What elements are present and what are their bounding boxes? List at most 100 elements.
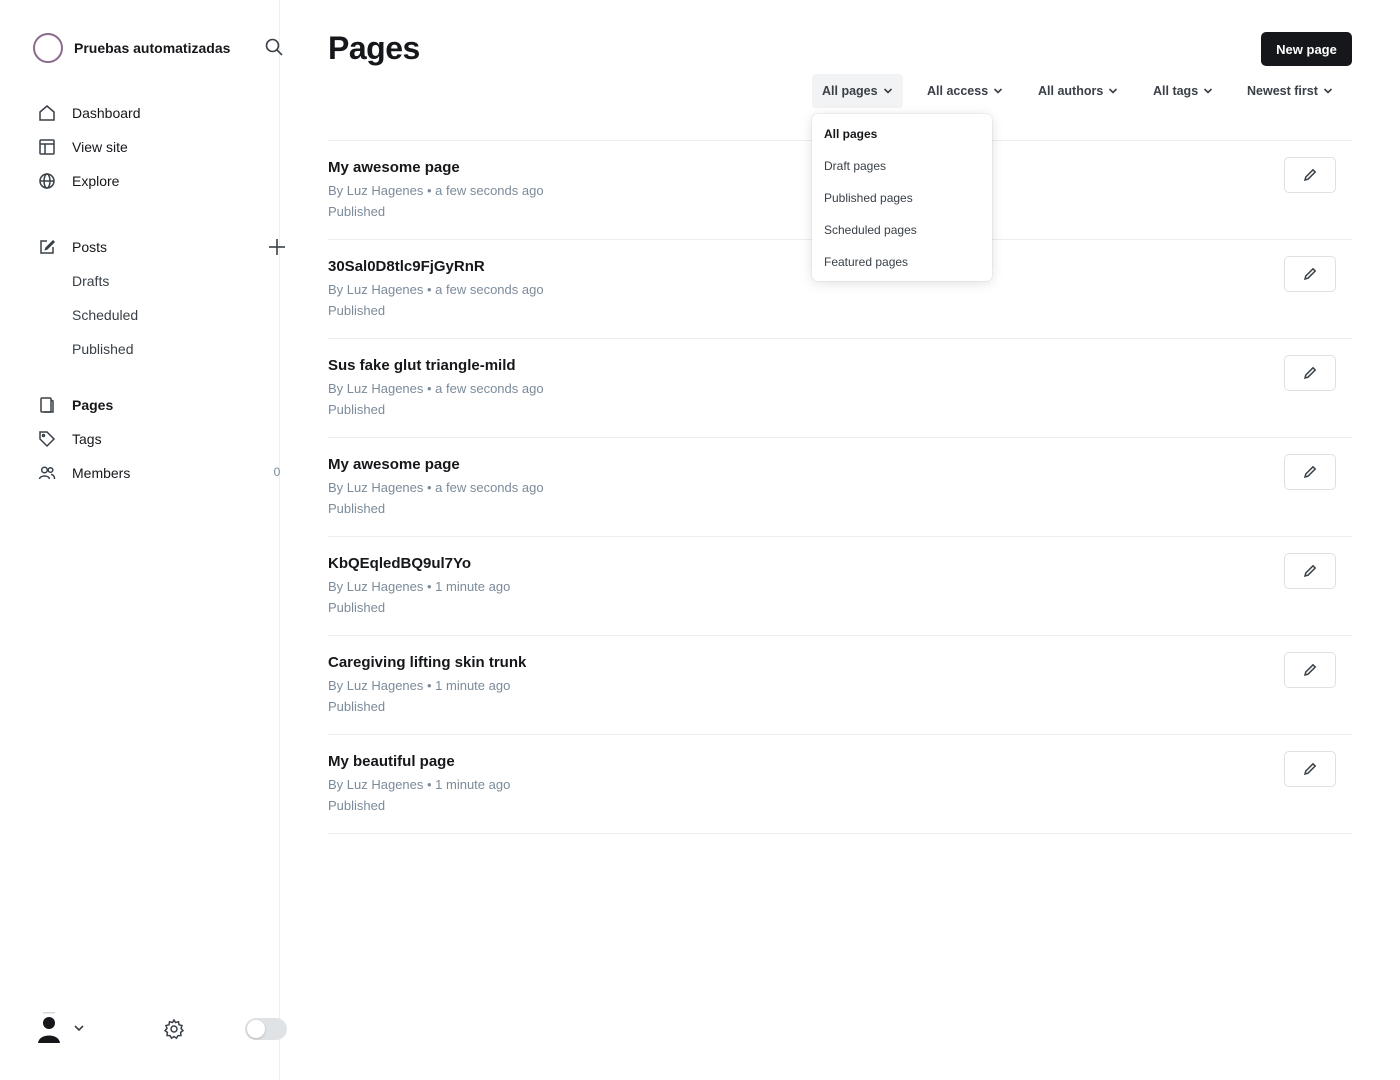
list-item[interactable]: KbQEqledBQ9ul7Yo By Luz Hagenes • 1 minu… <box>328 537 1352 636</box>
authors-filter[interactable]: All authors <box>1038 74 1118 108</box>
type-filter[interactable]: All pages <box>812 74 903 108</box>
tags-filter-label: All tags <box>1153 84 1199 98</box>
home-icon <box>37 103 57 123</box>
page-title-link[interactable]: Sus fake glut triangle-mild <box>328 357 516 374</box>
page-title-link[interactable]: My beautiful page <box>328 753 455 770</box>
edit-button[interactable] <box>1284 355 1336 391</box>
chevron-down-icon[interactable] <box>73 1022 85 1034</box>
sidebar-item-dashboard[interactable]: Dashboard <box>37 99 287 127</box>
dropdown-option[interactable]: Published pages <box>812 182 992 214</box>
list-item[interactable]: Sus fake glut triangle-mild By Luz Hagen… <box>328 339 1352 438</box>
edit-button[interactable] <box>1284 652 1336 688</box>
add-post-icon[interactable] <box>267 237 287 257</box>
globe-icon <box>37 171 57 191</box>
page-icon <box>37 395 57 415</box>
pencil-icon <box>1302 365 1318 381</box>
tags-filter[interactable]: All tags <box>1153 74 1213 108</box>
members-icon <box>37 463 57 483</box>
access-filter[interactable]: All access <box>927 74 1003 108</box>
sidebar-item-explore[interactable]: Explore <box>37 167 287 195</box>
edit-button[interactable] <box>1284 751 1336 787</box>
sidebar: Pruebas automatizadas Dashboard View sit… <box>0 0 287 1080</box>
status-badge: Published <box>328 303 386 318</box>
sort-filter-label: Newest first <box>1247 84 1318 98</box>
page-meta: By Luz Hagenes • a few seconds ago <box>328 282 544 297</box>
site-logo <box>33 33 63 63</box>
status-badge: Published <box>328 501 386 516</box>
site-name: Pruebas automatizadas <box>74 40 231 56</box>
site-brand[interactable]: Pruebas automatizadas <box>33 33 230 63</box>
edit-button[interactable] <box>1284 157 1336 193</box>
chevron-down-icon <box>993 86 1003 96</box>
pencil-icon <box>1302 266 1318 282</box>
pencil-icon <box>1302 662 1318 678</box>
authors-filter-label: All authors <box>1038 84 1104 98</box>
list-item[interactable]: My beautiful page By Luz Hagenes • 1 min… <box>328 735 1352 834</box>
sort-filter[interactable]: Newest first <box>1247 74 1333 108</box>
sidebar-item-published[interactable]: Published <box>72 341 134 357</box>
pencil-icon <box>1302 167 1318 183</box>
list-item[interactable]: Caregiving lifting skin trunk By Luz Hag… <box>328 636 1352 735</box>
type-filter-label: All pages <box>822 84 878 98</box>
dropdown-option[interactable]: Featured pages <box>812 246 992 278</box>
layout-icon <box>37 137 57 157</box>
page-title-link[interactable]: KbQEqledBQ9ul7Yo <box>328 555 471 572</box>
status-badge: Published <box>328 600 386 615</box>
dropdown-option[interactable]: Draft pages <box>812 150 992 182</box>
chevron-down-icon <box>1203 86 1213 96</box>
page-meta: By Luz Hagenes • a few seconds ago <box>328 480 544 495</box>
new-page-button[interactable]: New page <box>1261 32 1352 66</box>
sidebar-footer <box>37 1012 287 1046</box>
status-badge: Published <box>328 798 386 813</box>
list-item[interactable]: My awesome page By Luz Hagenes • a few s… <box>328 438 1352 537</box>
page-title-link[interactable]: My awesome page <box>328 456 460 473</box>
sidebar-item-label: View site <box>72 139 128 155</box>
sidebar-item-scheduled[interactable]: Scheduled <box>72 307 138 323</box>
edit-button[interactable] <box>1284 553 1336 589</box>
sidebar-item-pages[interactable]: Pages <box>37 391 287 419</box>
edit-button[interactable] <box>1284 256 1336 292</box>
sidebar-item-label: Pages <box>72 397 114 413</box>
edit-button[interactable] <box>1284 454 1336 490</box>
page-meta: By Luz Hagenes • a few seconds ago <box>328 183 544 198</box>
main-content: Pages New page All pages All access All … <box>320 0 1400 1080</box>
sidebar-item-label: Explore <box>72 173 120 189</box>
chevron-down-icon <box>1323 86 1333 96</box>
status-badge: Published <box>328 204 386 219</box>
pencil-icon <box>1302 464 1318 480</box>
page-title-link[interactable]: 30Sal0D8tlc9FjGyRnR <box>328 258 485 275</box>
sidebar-item-view-site[interactable]: View site <box>37 133 287 161</box>
page-title-link[interactable]: Caregiving lifting skin trunk <box>328 654 526 671</box>
type-filter-dropdown: All pages Draft pages Published pages Sc… <box>812 114 992 281</box>
page-meta: By Luz Hagenes • 1 minute ago <box>328 579 511 594</box>
sidebar-item-members[interactable]: Members 0 <box>37 459 287 487</box>
sidebar-item-label: Posts <box>72 239 108 255</box>
page-meta: By Luz Hagenes • 1 minute ago <box>328 777 511 792</box>
members-count-badge: 0 <box>273 465 281 479</box>
chevron-down-icon <box>1108 86 1118 96</box>
sidebar-item-label: Tags <box>72 431 102 447</box>
pencil-icon <box>1302 761 1318 777</box>
page-meta: By Luz Hagenes • a few seconds ago <box>328 381 544 396</box>
gear-icon[interactable] <box>163 1018 185 1040</box>
search-icon[interactable] <box>264 37 284 57</box>
page-meta: By Luz Hagenes • 1 minute ago <box>328 678 511 693</box>
sidebar-item-label: Dashboard <box>72 105 141 121</box>
dropdown-option[interactable]: Scheduled pages <box>812 214 992 246</box>
status-badge: Published <box>328 699 386 714</box>
edit-icon <box>37 237 57 257</box>
page-title: Pages <box>328 30 420 66</box>
sidebar-item-posts[interactable]: Posts <box>37 233 287 261</box>
page-title-link[interactable]: My awesome page <box>328 159 460 176</box>
toggle-knob <box>247 1020 265 1038</box>
access-filter-label: All access <box>927 84 989 98</box>
user-avatar[interactable] <box>37 1012 61 1046</box>
pencil-icon <box>1302 563 1318 579</box>
sidebar-item-tags[interactable]: Tags <box>37 425 287 453</box>
status-badge: Published <box>328 402 386 417</box>
sidebar-item-drafts[interactable]: Drafts <box>72 273 109 289</box>
sidebar-item-label: Members <box>72 465 131 481</box>
dark-mode-toggle[interactable] <box>245 1018 287 1040</box>
dropdown-option[interactable]: All pages <box>812 118 992 150</box>
tag-icon <box>37 429 57 449</box>
